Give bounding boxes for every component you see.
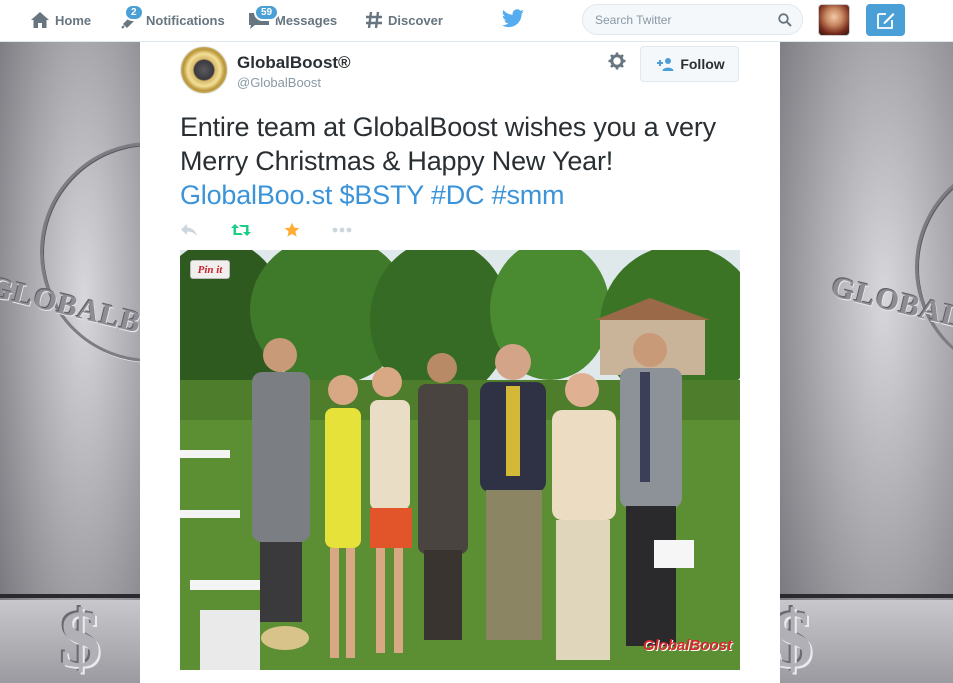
photo-watermark: GlobalBoost bbox=[642, 637, 732, 654]
reply-button[interactable] bbox=[180, 223, 198, 237]
nav-messages-label: Messages bbox=[275, 12, 338, 28]
user-avatar[interactable] bbox=[818, 4, 850, 36]
nav-discover[interactable]: Discover bbox=[365, 0, 443, 40]
reply-icon bbox=[181, 224, 197, 236]
nav-notifications[interactable]: Notifications 2 bbox=[121, 0, 225, 40]
search-icon[interactable] bbox=[778, 13, 792, 27]
nav-discover-label: Discover bbox=[388, 12, 443, 28]
tweet-link-cashtag[interactable]: $BSTY bbox=[340, 180, 424, 210]
nav-home[interactable]: Home bbox=[30, 0, 91, 40]
background-lower: $ bbox=[780, 593, 953, 683]
tweet-link-url[interactable]: GlobalBoo.st bbox=[180, 180, 332, 210]
emboss-dollar-symbol: $ bbox=[780, 593, 813, 683]
tweet-link-hashtag-dc[interactable]: #DC bbox=[431, 180, 485, 210]
tweet-text: Entire team at GlobalBoost wishes you a … bbox=[180, 110, 760, 212]
twitter-bird-icon[interactable] bbox=[501, 9, 525, 29]
retweet-icon bbox=[231, 224, 251, 236]
nav-notifications-label: Notifications bbox=[146, 12, 225, 28]
follow-button-label: Follow bbox=[680, 56, 725, 72]
tweet-actions bbox=[180, 220, 384, 240]
nav-messages[interactable]: Messages 59 bbox=[248, 0, 337, 40]
author-handle[interactable]: @GlobalBoost bbox=[237, 75, 321, 90]
more-button[interactable] bbox=[332, 227, 352, 233]
tweet-body-text: Entire team at GlobalBoost wishes you a … bbox=[180, 112, 716, 176]
search-input[interactable] bbox=[595, 12, 765, 27]
more-icon bbox=[332, 227, 352, 233]
notifications-count-badge: 2 bbox=[124, 4, 144, 21]
compose-icon bbox=[876, 13, 894, 29]
favorite-icon bbox=[284, 222, 300, 237]
search-box[interactable] bbox=[582, 4, 803, 35]
discover-icon bbox=[366, 11, 382, 29]
group-photo-image bbox=[180, 250, 740, 670]
compose-tweet-button[interactable] bbox=[866, 4, 905, 36]
tweet-card: GlobalBoost® @GlobalBoost Follow Entire … bbox=[140, 42, 780, 683]
follow-button[interactable]: Follow bbox=[640, 46, 739, 82]
tweet-photo[interactable]: Pin it GlobalBoost bbox=[180, 250, 740, 670]
author-avatar[interactable] bbox=[180, 46, 228, 94]
background-right: GLOBALBO $ bbox=[780, 42, 953, 683]
pin-it-button[interactable]: Pin it bbox=[190, 260, 230, 279]
author-name[interactable]: GlobalBoost® bbox=[237, 53, 351, 73]
messages-count-badge: 59 bbox=[254, 4, 280, 21]
favorite-button[interactable] bbox=[284, 222, 300, 238]
emboss-dollar-symbol: $ bbox=[60, 593, 101, 683]
background-left: GLOBALBO $ bbox=[0, 42, 140, 683]
tweet-link-hashtag-smm[interactable]: #smm bbox=[492, 180, 565, 210]
nav-home-label: Home bbox=[55, 12, 92, 28]
follow-person-icon bbox=[657, 58, 674, 71]
emboss-seal bbox=[915, 157, 953, 377]
gear-icon[interactable] bbox=[608, 52, 626, 70]
top-nav-bar: Home Notifications 2 Messages 59 Discove… bbox=[0, 0, 953, 42]
home-icon bbox=[31, 12, 49, 28]
retweet-button[interactable] bbox=[230, 223, 252, 237]
background-lower: $ bbox=[0, 593, 140, 683]
